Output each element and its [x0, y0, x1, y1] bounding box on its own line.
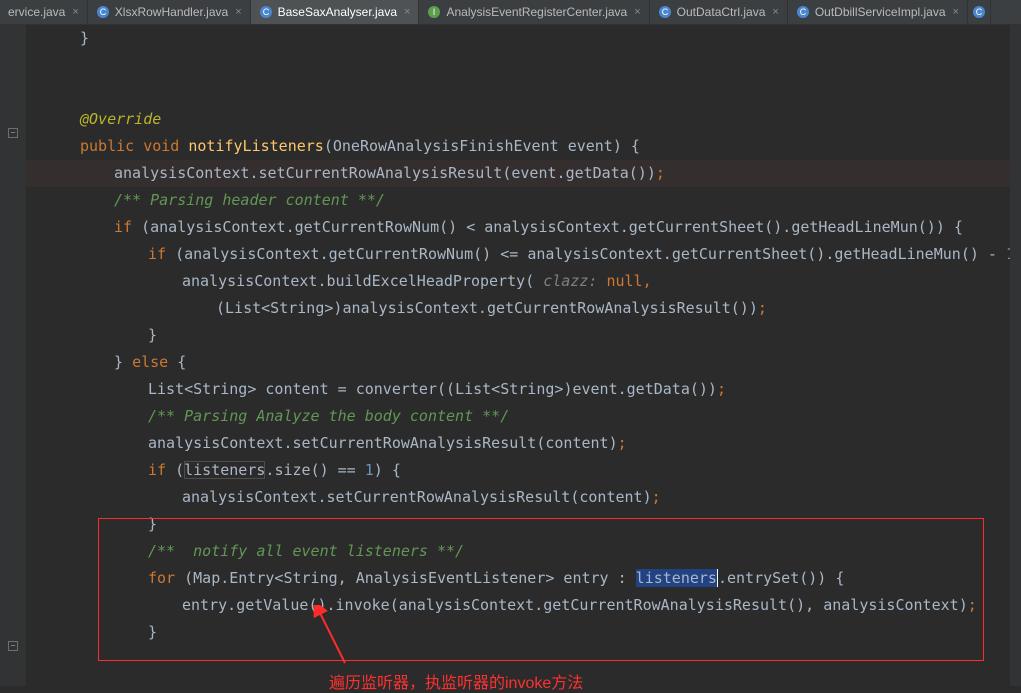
- code-text[interactable]: } @Override public void notifyListeners(…: [26, 25, 1021, 686]
- svg-text:C: C: [661, 7, 668, 17]
- close-icon[interactable]: ×: [404, 6, 410, 18]
- tab-file-3[interactable]: I AnalysisEventRegisterCenter.java ×: [419, 0, 649, 24]
- svg-text:I: I: [433, 7, 436, 17]
- close-icon[interactable]: ×: [953, 6, 959, 18]
- java-interface-icon: I: [427, 5, 441, 19]
- tab-file-4[interactable]: C OutDataCtrl.java ×: [650, 0, 788, 24]
- java-class-icon: C: [96, 5, 110, 19]
- fold-toggle-icon[interactable]: −: [8, 641, 18, 651]
- java-class-icon: C: [972, 5, 986, 19]
- tab-label: BaseSaxAnalyser.java: [278, 5, 397, 19]
- close-icon[interactable]: ×: [634, 6, 640, 18]
- gutter: − −: [0, 25, 26, 686]
- tab-label: XlsxRowHandler.java: [115, 5, 228, 19]
- fold-toggle-icon[interactable]: −: [8, 128, 18, 138]
- tab-label: AnalysisEventRegisterCenter.java: [446, 5, 627, 19]
- tab-label: OutDataCtrl.java: [677, 5, 766, 19]
- annotation-text: 遍历监听器，执监听器的invoke方法: [329, 669, 583, 693]
- tab-label: ervice.java: [8, 5, 65, 19]
- close-icon[interactable]: ×: [235, 6, 241, 18]
- svg-text:C: C: [800, 7, 807, 17]
- tab-file-5[interactable]: C OutDbillServiceImpl.java ×: [788, 0, 968, 24]
- editor-area: − − } @Override public void notifyListen…: [0, 25, 1021, 686]
- tab-file-0[interactable]: ervice.java ×: [0, 0, 88, 24]
- annotation: @Override: [80, 110, 161, 128]
- close-icon[interactable]: ×: [772, 6, 778, 18]
- svg-text:C: C: [976, 7, 983, 17]
- java-class-icon: C: [796, 5, 810, 19]
- tab-file-more[interactable]: C: [968, 0, 991, 24]
- tab-label: OutDbillServiceImpl.java: [815, 5, 946, 19]
- vertical-scrollbar[interactable]: [1010, 25, 1021, 686]
- java-class-icon: C: [259, 5, 273, 19]
- svg-text:C: C: [262, 7, 269, 17]
- tab-file-2[interactable]: C BaseSaxAnalyser.java ×: [251, 0, 420, 24]
- java-class-icon: C: [658, 5, 672, 19]
- close-icon[interactable]: ×: [72, 6, 78, 18]
- tab-bar-spacer: [991, 0, 1021, 24]
- editor-tab-bar: ervice.java × C XlsxRowHandler.java × C …: [0, 0, 1021, 25]
- svg-text:C: C: [100, 7, 107, 17]
- tab-file-1[interactable]: C XlsxRowHandler.java ×: [88, 0, 251, 24]
